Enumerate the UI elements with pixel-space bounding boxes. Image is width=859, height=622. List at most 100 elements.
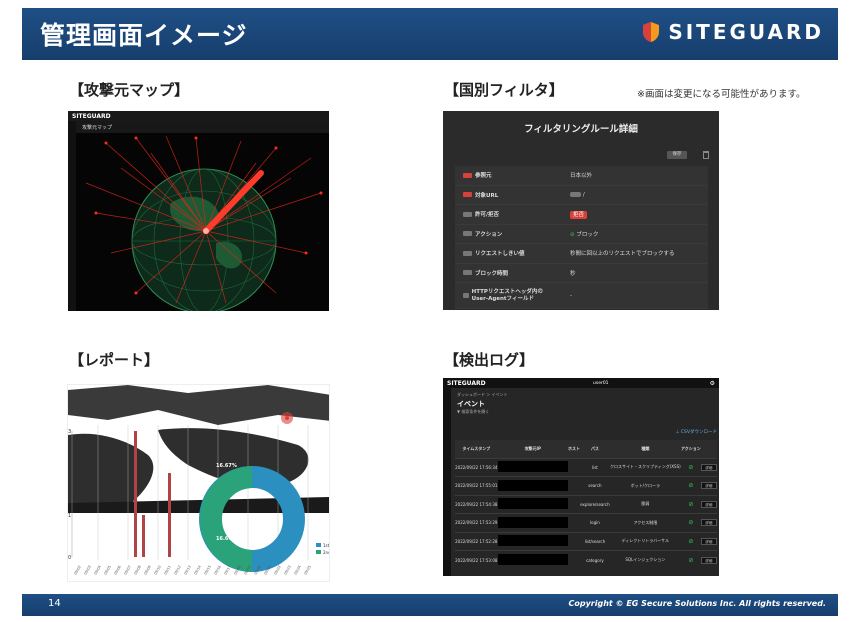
filter-row: 対象URL / [455, 185, 708, 205]
column-header [700, 440, 717, 458]
redacted-ip [497, 461, 568, 473]
save-button[interactable]: 保存 [667, 151, 687, 159]
svg-text:09/07: 09/07 [123, 565, 132, 576]
y-tick: 0 [68, 555, 71, 561]
optional-tag [463, 250, 472, 256]
type-cell: SQLインジェクション [609, 550, 681, 569]
optional-tag [463, 270, 472, 276]
detail-button[interactable]: 詳細 [700, 482, 717, 490]
path-cell: search [580, 476, 610, 495]
page-title: イベント [457, 400, 485, 408]
filter-row: 許可/拒否 拒否 [455, 205, 708, 225]
redacted-ip [497, 535, 568, 547]
svg-text:09/23: 09/23 [283, 565, 292, 576]
svg-text:09/08: 09/08 [133, 565, 142, 576]
breadcrumb[interactable]: ダッシュボード ＞ イベント [457, 392, 508, 398]
timestamp-cell: 2022/09/22 17:53:29 [455, 513, 498, 532]
filter-rule-rows: 参照元 日本以外 対象URL / 許可/拒否 拒否 アクション ⊘ ブロック リクエス… [455, 166, 708, 309]
table-row: 2022/09/22 17:56:34 list クロスサイト・スクリプティング(X… [455, 457, 717, 477]
svg-text:09/25: 09/25 [303, 565, 312, 576]
timestamp-cell: 2022/09/22 17:55:01 [455, 476, 498, 495]
filter-rule-title: フィルタリングルール詳細 [524, 124, 638, 135]
type-cell: 脆弱 [609, 494, 681, 514]
slide-header: 管理画面イメージ SITEGUARD [22, 8, 838, 60]
report-chart: 3 2 1 0 16.67% 16.67% 1st 2nd 09/02 09/03… [68, 385, 330, 576]
required-tag [463, 172, 472, 178]
report-heading: 【レポート】 [69, 351, 160, 369]
settings-icon[interactable]: ⚙ [710, 380, 715, 387]
action-icon: ⊘ [688, 519, 694, 527]
filter-row: リクエストしきい値 秒間に回以上のリクエストでブロックする [455, 244, 708, 264]
path-cell: category [580, 550, 610, 569]
row-value: 秒間に回以上のリクエストでブロックする [570, 251, 675, 258]
trash-icon[interactable] [703, 151, 709, 159]
legend-item: 1st [323, 543, 330, 548]
csv-download-link[interactable]: ⊥ CSVダウンロード [676, 429, 717, 435]
timestamp-cell: 2022/09/22 17:54:38 [455, 494, 498, 514]
page-label: 攻撃元マップ [76, 121, 329, 133]
table-row: 2022/09/22 17:52:28 list/search ディレクトリトラバー… [455, 531, 717, 551]
app-topbar: SITEGUARD [68, 111, 329, 121]
column-header[interactable]: アクション [680, 440, 701, 458]
action-icon: ⊘ [688, 556, 694, 564]
column-header[interactable]: タイムスタンプ [455, 440, 498, 458]
redacted-ip [497, 516, 568, 528]
column-header[interactable]: 種類 [609, 440, 681, 458]
attack-map-heading: 【攻撃元マップ】 [69, 81, 190, 99]
detail-button[interactable]: 詳細 [700, 519, 717, 527]
type-cell: ボット/クローラ [609, 476, 681, 495]
row-value: / [582, 191, 585, 198]
detail-button[interactable]: 詳細 [700, 500, 717, 508]
timestamp-cell: 2022/09/22 17:53:08 [455, 550, 498, 569]
svg-text:09/03: 09/03 [83, 565, 92, 576]
table-row: 2022/09/22 17:54:38 explore/search 脆弱 ⊘ 詳細 [455, 494, 717, 514]
y-tick: 1 [68, 513, 71, 519]
timestamp-cell: 2022/09/22 17:52:28 [455, 531, 498, 551]
user-name: user01 [593, 380, 609, 386]
column-header[interactable]: ホスト [568, 440, 581, 458]
donut-label: 16.67% [216, 536, 237, 542]
svg-text:09/12: 09/12 [173, 565, 182, 576]
detail-button[interactable]: 詳細 [700, 463, 717, 471]
siteguard-logo: SITEGUARD [642, 20, 824, 44]
app-logo: SITEGUARD [447, 379, 486, 387]
filter-row: ブロック時間 秒 [455, 263, 708, 283]
detection-log-screenshot: SITEGUARD user01 ⚙ ダッシュボード ＞ イベント イベント ▼… [443, 378, 719, 576]
svg-text:09/05: 09/05 [103, 565, 112, 576]
detail-button[interactable]: 詳細 [700, 537, 717, 545]
svg-text:09/24: 09/24 [293, 564, 302, 575]
bar [168, 473, 171, 557]
redacted-ip [497, 498, 568, 510]
column-header[interactable]: パス [580, 440, 610, 458]
svg-text:09/17: 09/17 [223, 565, 232, 576]
app-logo: SITEGUARD [72, 112, 111, 120]
row-label: リクエストしきい値 [475, 251, 525, 258]
row-label: ブロック時間 [475, 270, 509, 277]
filter-row: HTTPリクエストヘッダ内のUser-Agentフィールド - [455, 283, 708, 309]
required-tag [463, 192, 472, 198]
detail-button[interactable]: 詳細 [700, 556, 717, 564]
type-cell: ディレクトリトラバーサル [609, 531, 681, 551]
redacted-ip [497, 479, 568, 491]
optional-tag [463, 211, 472, 217]
page-number: 14 [48, 598, 61, 609]
disclaimer-note: ※画面は変更になる可能性があります。 [637, 89, 806, 100]
table-row: 2022/09/22 17:55:01 search ボット/クローラ ⊘ 詳細 [455, 476, 717, 495]
redacted-ip [497, 554, 568, 565]
bar [142, 515, 145, 557]
row-value: ブロック [576, 231, 599, 238]
country-filter-screenshot: フィルタリングルール詳細 保存 参照元 日本以外 対象URL / 許可/拒否 拒否 … [443, 111, 719, 310]
column-header[interactable]: 攻撃元IP [497, 440, 568, 458]
y-tick: 3 [68, 429, 71, 435]
timestamp-cell: 2022/09/22 17:56:34 [455, 457, 498, 477]
bar [134, 431, 137, 557]
search-toggle[interactable]: ▼ 検索条件を開く [457, 409, 489, 415]
svg-text:09/09: 09/09 [143, 565, 152, 576]
action-icon: ⊘ [688, 463, 694, 471]
svg-text:09/15: 09/15 [203, 565, 212, 576]
svg-text:09/02: 09/02 [73, 565, 82, 576]
attack-map-screenshot: SITEGUARD 攻撃元マップ [68, 111, 329, 311]
action-icon: ⊘ [688, 500, 694, 508]
path-cell: list/search [580, 531, 610, 551]
slide-footer: 14 Copyright © EG Secure Solutions Inc. … [22, 594, 838, 616]
